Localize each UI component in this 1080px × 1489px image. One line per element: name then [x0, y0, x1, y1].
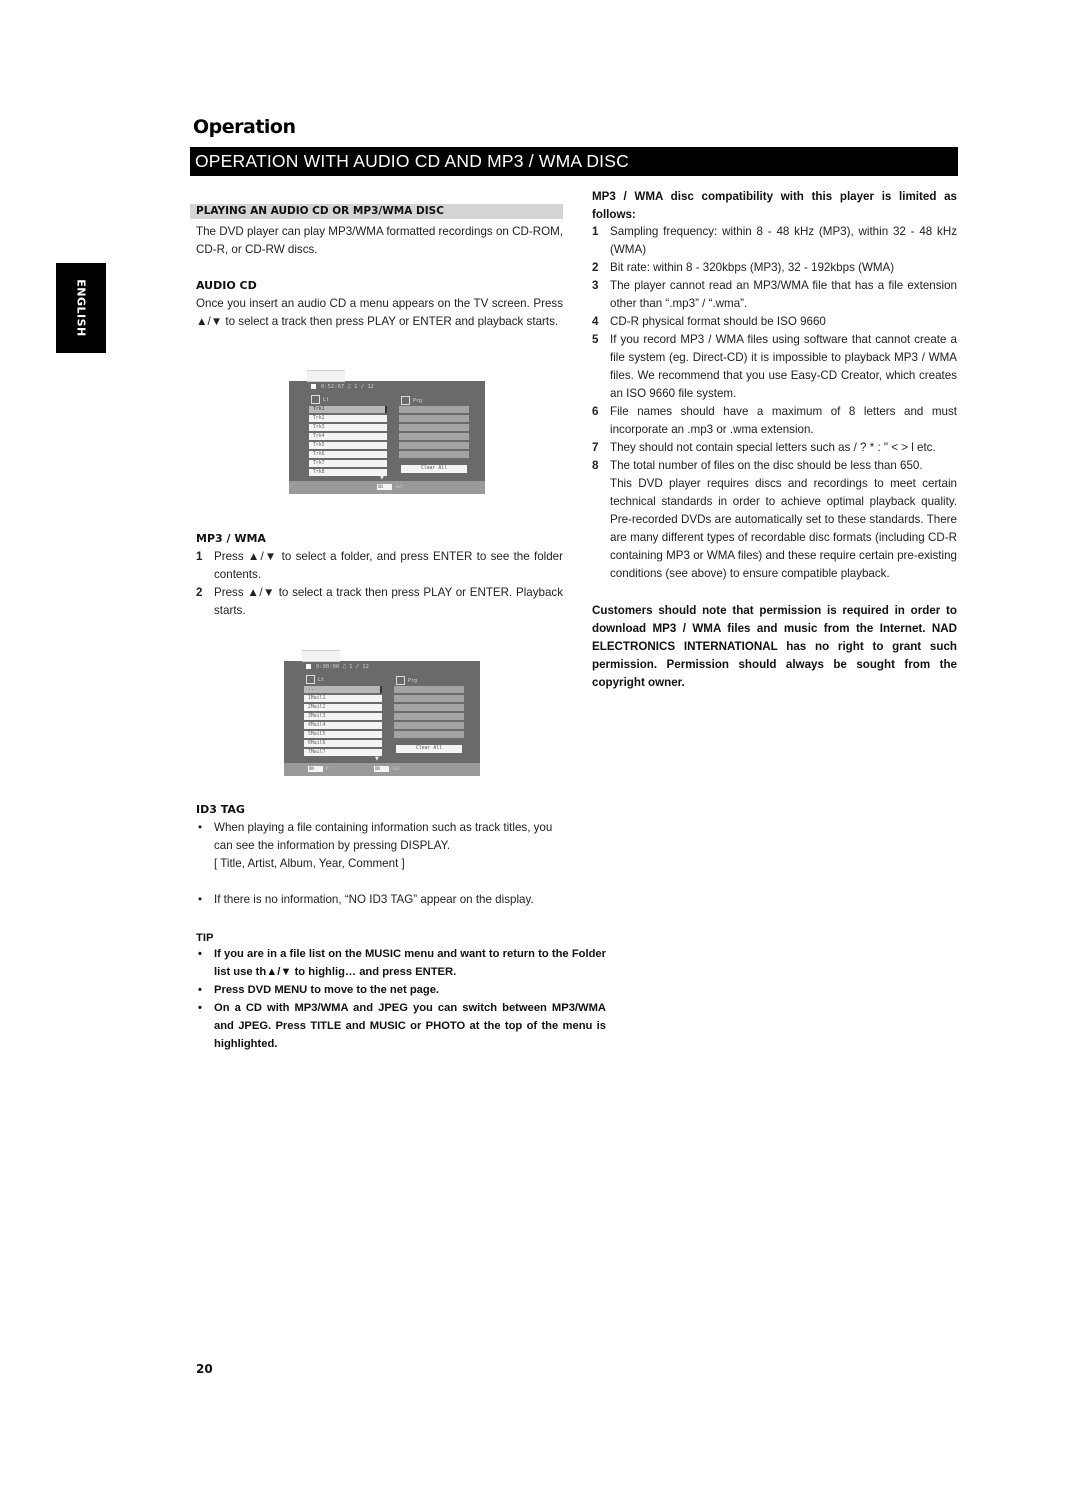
menu-track: Trk1 — [309, 406, 387, 413]
compat-item: 6 File names should have a maximum of 8 l… — [592, 405, 957, 436]
bullet-item: • On a CD with MP3/WMA and JPEG you can s… — [198, 1002, 606, 1050]
id3-tag-heading: ID3 TAG — [196, 803, 245, 816]
clear-all-button: Clear All — [396, 745, 462, 753]
subsection-header: PLAYING AN AUDIO CD OR MP3/WMA DISC — [190, 204, 563, 219]
compat-item: 1 Sampling frequency: within 8 - 48 kHz (… — [592, 225, 957, 256]
mp3-menu-screenshot: 0:00:00 ♫ 1 / 12 Lt Prg .. 1Mail1 2Mail2… — [284, 650, 480, 776]
mp3-wma-heading: MP3 / WMA — [196, 532, 266, 545]
menu-time: 0:52:07 — [321, 384, 345, 390]
stop-icon — [311, 384, 316, 389]
tip-bullets: • If you are in a file list on the MUSIC … — [196, 945, 606, 1053]
menu-track: Trk6 — [309, 451, 387, 458]
menu-track: Trk5 — [309, 442, 387, 449]
audio-cd-paragraph: Once you insert an audio CD a menu appea… — [196, 297, 563, 328]
mp3-wma-steps: 1 Press ▲/▼ to select a folder, and press… — [196, 548, 563, 620]
audio-cd-menu-screenshot: 0:52:07 ♫ 1 / 12 Lt Prg Trk1 Trk2 Trk3 T… — [289, 370, 485, 494]
menu-track: 5Mail5 — [304, 731, 382, 738]
permission-note: Customers should note that permission is… — [592, 604, 957, 689]
program-slot — [394, 686, 464, 693]
program-slot — [399, 451, 469, 458]
program-icon — [396, 676, 405, 685]
disc-list-icon — [311, 395, 320, 404]
menu-count: 1 / 12 — [354, 384, 374, 390]
menu-track: 6Mail6 — [304, 740, 382, 747]
program-slot — [399, 424, 469, 431]
compat-item: 4 CD-R physical format should be ISO 9660 — [592, 315, 826, 328]
compat-item: 2 Bit rate: within 8 - 320kbps (MP3), 32 … — [592, 261, 895, 274]
compatibility-list: 1 Sampling frequency: within 8 - 48 kHz (… — [592, 223, 957, 583]
footer-label: Ext — [393, 766, 401, 771]
footer-label: Ext — [396, 484, 404, 489]
menu-tab — [307, 370, 345, 382]
step-item: 1 Press ▲/▼ to select a folder, and press… — [196, 550, 563, 581]
audio-cd-heading: AUDIO CD — [196, 279, 257, 292]
menu-track: 1Mail1 — [304, 695, 382, 702]
menu-track: Trk3 — [309, 424, 387, 431]
menu-footer: ON P ON Ext — [284, 763, 480, 776]
program-header: Prg — [396, 676, 417, 685]
menu-track: 3Mail3 — [304, 713, 382, 720]
program-slot — [394, 731, 464, 738]
id3-fields: [ Title, Artist, Album, Year, Comment ] — [214, 857, 405, 870]
compat-item: 3 The player cannot read an MP3/WMA file … — [592, 279, 957, 310]
menu-track: Trk8 — [309, 469, 387, 476]
page-number: 20 — [196, 1362, 213, 1376]
intro-paragraph: The DVD player can play MP3/WMA formatte… — [196, 225, 563, 256]
footer-label: P — [326, 766, 329, 771]
menu-track: 4Mail4 — [304, 722, 382, 729]
menu-track: Trk7 — [309, 460, 387, 467]
program-slot — [394, 695, 464, 702]
bullet-item: • When playing a file containing informat… — [198, 821, 553, 870]
standards-paragraph: This DVD player requires discs and recor… — [610, 477, 957, 580]
list-header: Lt — [311, 395, 329, 404]
language-tab-label: ENGLISH — [74, 279, 88, 337]
music-note-icon: ♫ — [342, 664, 346, 670]
id3-bullets: • When playing a file containing informat… — [196, 819, 566, 909]
language-tab: ENGLISH — [56, 263, 106, 353]
menu-count: 1 / 12 — [349, 664, 369, 670]
list-header: Lt — [306, 675, 324, 684]
menu-time: 0:00:00 — [316, 664, 340, 670]
compat-item: 5 If you record MP3 / WMA files using sof… — [592, 333, 957, 400]
program-slot — [399, 433, 469, 440]
menu-track: Trk4 — [309, 433, 387, 440]
program-header: Prg — [401, 396, 422, 405]
footer-button: ON — [377, 484, 392, 490]
menu-footer: ON Ext — [289, 481, 485, 494]
bullet-item: • If there is no information, “NO ID3 TAG… — [198, 893, 534, 906]
menu-track: .. — [304, 686, 382, 693]
program-slot — [394, 704, 464, 711]
section-banner: OPERATION WITH AUDIO CD AND MP3 / WMA DI… — [190, 147, 958, 176]
folder-list-icon — [306, 675, 315, 684]
footer-button: ON — [308, 766, 323, 772]
menu-track: 2Mail2 — [304, 704, 382, 711]
compat-item: 7 They should not contain special letters… — [592, 441, 936, 454]
menu-track: 7Mail7 — [304, 749, 382, 756]
program-icon — [401, 396, 410, 405]
program-slot — [394, 713, 464, 720]
compat-item: 8 The total number of files on the disc s… — [592, 459, 923, 472]
menu-tab — [302, 650, 340, 662]
program-slot — [399, 442, 469, 449]
bullet-item: • Press DVD MENU to move to the net page. — [198, 984, 440, 996]
menu-status: 0:00:00 ♫ 1 / 12 — [306, 664, 369, 670]
step-item: 2 Press ▲/▼ to select a track then press … — [196, 586, 563, 617]
stop-icon — [306, 664, 311, 669]
bullet-item: • If you are in a file list on the MUSIC … — [198, 948, 606, 978]
program-slot — [394, 722, 464, 729]
footer-button: ON — [374, 766, 389, 772]
music-note-icon: ♫ — [347, 384, 351, 390]
chapter-title: Operation — [193, 116, 296, 138]
compatibility-heading: MP3 / WMA disc compatibility with this p… — [592, 190, 957, 221]
program-slot — [399, 415, 469, 422]
menu-status: 0:52:07 ♫ 1 / 12 — [311, 384, 374, 390]
program-slot — [399, 406, 469, 413]
clear-all-button: Clear All — [401, 465, 467, 473]
menu-track: Trk2 — [309, 415, 387, 422]
scroll-down-icon: ▼ — [375, 756, 379, 762]
